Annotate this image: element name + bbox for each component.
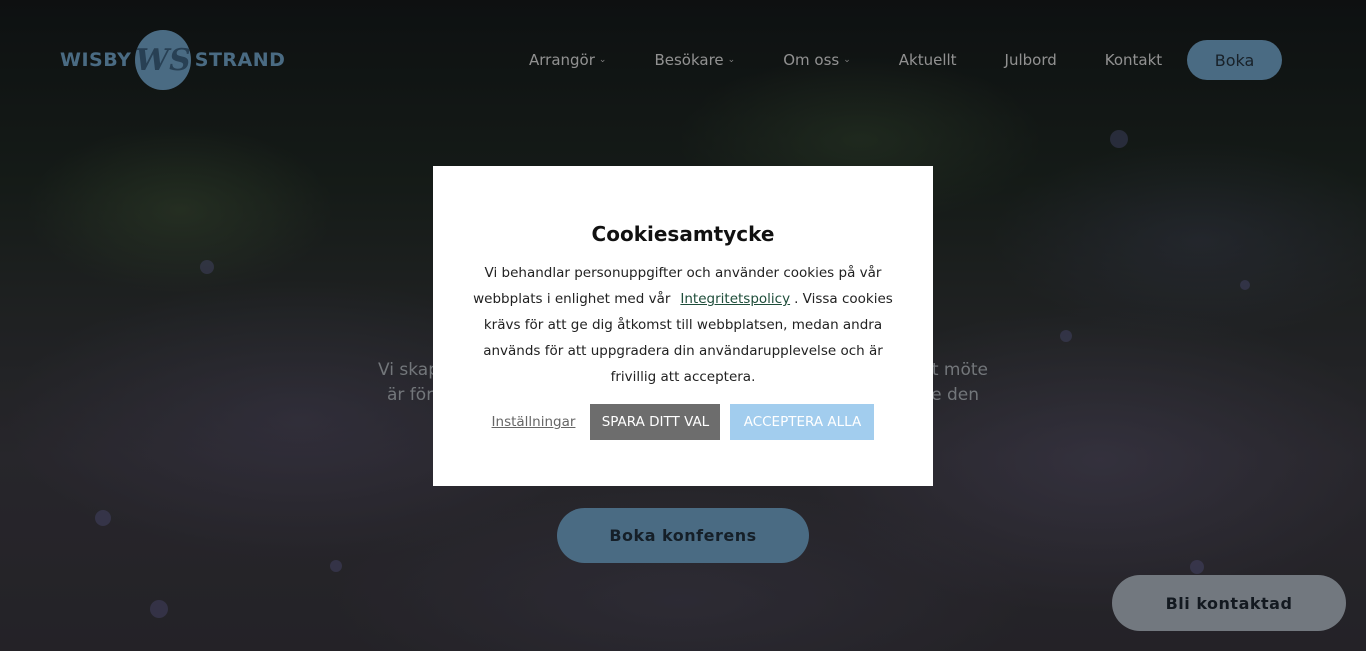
cookie-settings-link[interactable]: Inställningar (492, 414, 576, 430)
cookie-dialog-text: Vi behandlar personuppgifter och använde… (468, 260, 898, 390)
save-choices-button[interactable]: SPARA DITT VAL (590, 404, 721, 440)
privacy-policy-link[interactable]: Integritetspolicy (680, 291, 790, 307)
accept-all-button[interactable]: ACCEPTERA ALLA (730, 404, 875, 440)
cookie-consent-dialog: Cookiesamtycke Vi behandlar personuppgif… (433, 166, 933, 486)
cookie-dialog-actions: Inställningar SPARA DITT VAL ACCEPTERA A… (473, 404, 893, 440)
cookie-dialog-title: Cookiesamtycke (591, 222, 775, 246)
